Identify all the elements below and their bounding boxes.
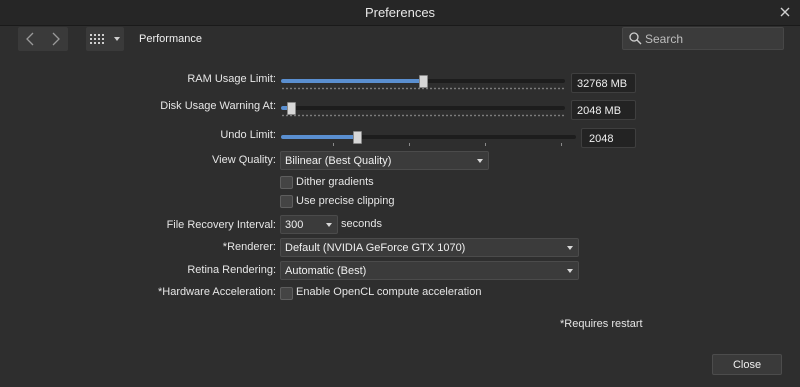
slider-tick — [409, 143, 410, 146]
chevron-left-icon — [26, 32, 34, 46]
requires-restart-note: *Requires restart — [560, 318, 643, 330]
slider-tick — [333, 143, 334, 146]
slider-tick — [485, 143, 486, 146]
file-recovery-value: 300 — [285, 219, 304, 231]
file-recovery-dropdown[interactable]: 300 — [280, 215, 338, 234]
file-recovery-label: File Recovery Interval: — [166, 219, 276, 231]
chevron-down-icon — [567, 269, 573, 273]
show-all-button[interactable] — [86, 27, 124, 51]
disk-usage-slider[interactable] — [281, 101, 565, 117]
chevron-down-icon — [114, 37, 120, 41]
undo-limit-slider[interactable] — [281, 130, 576, 146]
ram-usage-value[interactable]: 32768 MB — [571, 73, 636, 93]
undo-limit-value[interactable]: 2048 — [581, 128, 636, 148]
chevron-down-icon — [567, 246, 573, 250]
view-quality-label: View Quality: — [212, 154, 276, 166]
ram-usage-slider[interactable] — [281, 74, 565, 90]
disk-usage-warning-label: Disk Usage Warning At: — [160, 100, 276, 112]
file-recovery-unit: seconds — [341, 218, 382, 230]
undo-limit-fill — [281, 135, 357, 139]
toolbar: Performance — [0, 26, 800, 56]
precise-clipping-label: Use precise clipping — [296, 195, 395, 207]
ram-usage-limit-label: RAM Usage Limit: — [187, 73, 276, 85]
search-box[interactable] — [622, 27, 784, 50]
close-button[interactable]: Close — [712, 354, 782, 375]
dither-gradients-label: Dither gradients — [296, 176, 374, 188]
forward-button[interactable] — [43, 27, 68, 51]
view-quality-value: Bilinear (Best Quality) — [285, 155, 392, 167]
undo-limit-label: Undo Limit: — [220, 129, 276, 141]
view-quality-dropdown[interactable]: Bilinear (Best Quality) — [280, 151, 489, 170]
ram-usage-fill — [281, 79, 423, 83]
section-title: Performance — [139, 33, 202, 45]
title-bar: Preferences — [0, 0, 800, 26]
hardware-acceleration-label: *Hardware Acceleration: — [157, 286, 276, 298]
renderer-label: *Renderer: — [222, 241, 276, 253]
navigation-buttons — [18, 27, 68, 51]
opencl-checkbox[interactable] — [280, 287, 293, 300]
search-input[interactable] — [645, 28, 775, 49]
retina-rendering-dropdown[interactable]: Automatic (Best) — [280, 261, 579, 280]
precise-clipping-checkbox[interactable] — [280, 195, 293, 208]
window-title: Preferences — [364, 5, 436, 20]
retina-rendering-value: Automatic (Best) — [285, 265, 367, 277]
grid-icon — [90, 34, 120, 44]
chevron-right-icon — [52, 32, 60, 46]
close-window-icon[interactable] — [776, 3, 794, 21]
dither-gradients-checkbox[interactable] — [280, 176, 293, 189]
retina-rendering-label: Retina Rendering: — [187, 264, 276, 276]
slider-tick — [561, 143, 562, 146]
back-button[interactable] — [18, 27, 43, 51]
disk-usage-value[interactable]: 2048 MB — [571, 100, 636, 120]
opencl-label: Enable OpenCL compute acceleration — [296, 286, 482, 298]
renderer-value: Default (NVIDIA GeForce GTX 1070) — [285, 242, 466, 254]
search-icon — [629, 32, 642, 45]
chevron-down-icon — [326, 223, 332, 227]
renderer-dropdown[interactable]: Default (NVIDIA GeForce GTX 1070) — [280, 238, 579, 257]
chevron-down-icon — [477, 159, 483, 163]
